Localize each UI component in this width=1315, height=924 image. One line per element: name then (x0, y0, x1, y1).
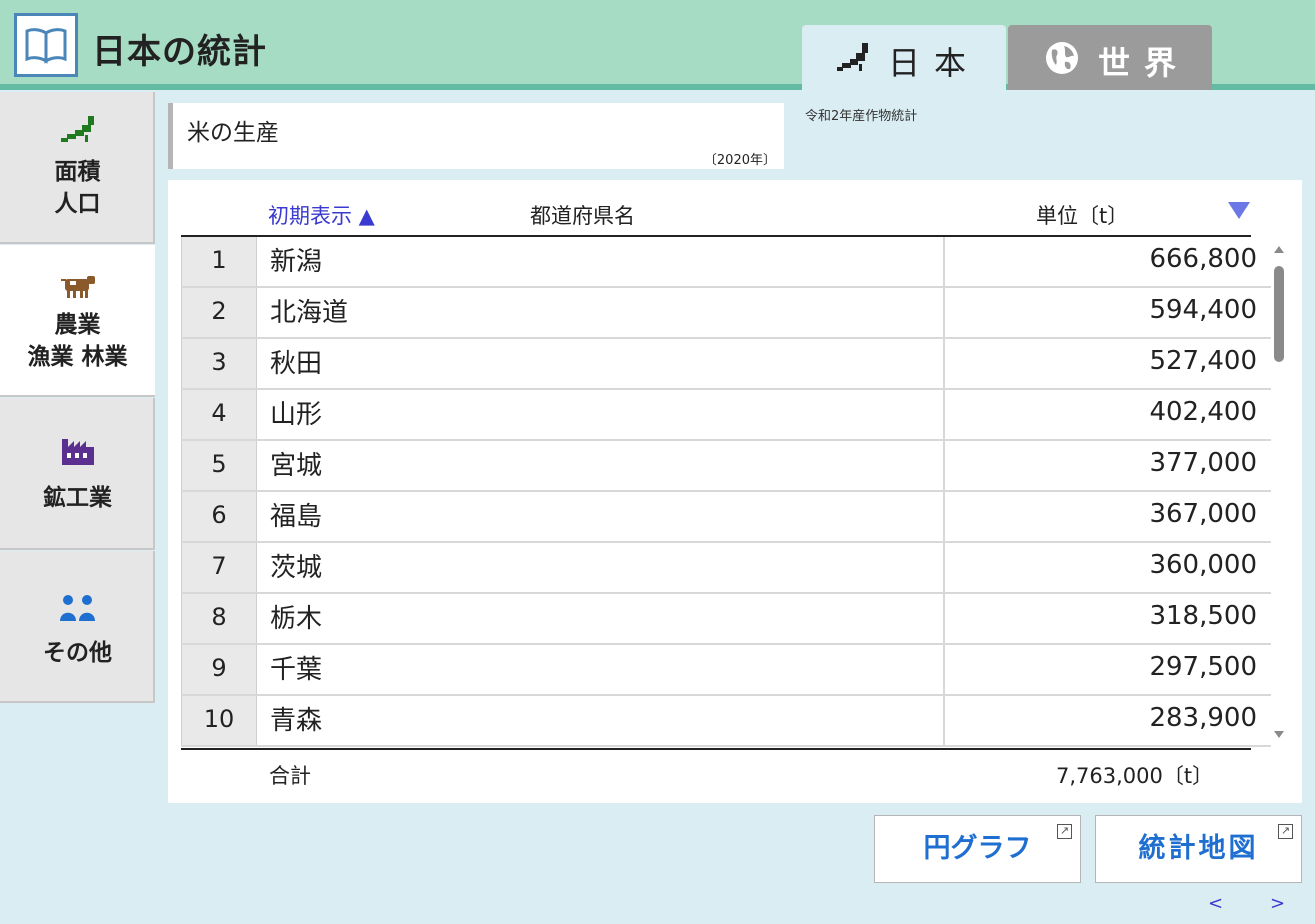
app-title: 日本の統計 (92, 32, 267, 72)
japan-map-icon (835, 41, 871, 77)
rank-cell: 5 (181, 441, 257, 490)
stat-year: 〔2020年〕 (703, 153, 776, 168)
prefecture-header: 都道府県名 (530, 204, 635, 228)
japan-map-icon (0, 114, 155, 144)
scroll-down-icon[interactable] (1274, 731, 1284, 738)
people-icon (0, 593, 155, 623)
rank-cell: 8 (181, 594, 257, 643)
unit-header: 単位〔t〕 (1036, 204, 1129, 228)
stat-title-panel: 米の生産 〔2020年〕 (168, 103, 784, 169)
table-row[interactable]: 8 栃木 318,500 (181, 594, 1271, 645)
stat-source: 令和2年産作物統計 (805, 109, 918, 124)
value-cell: 318,500 (943, 594, 1257, 643)
rank-cell: 4 (181, 390, 257, 439)
table-bottom-rule (181, 748, 1251, 750)
sidebar-item-other[interactable]: その他 (0, 551, 155, 703)
value-cell: 297,500 (943, 645, 1257, 694)
stat-title: 米の生産 (187, 120, 279, 146)
rank-cell: 3 (181, 339, 257, 388)
table-row[interactable]: 5 宮城 377,000 (181, 441, 1271, 492)
cow-icon (0, 271, 155, 301)
sidebar-label: 人口 (54, 191, 101, 217)
table-row[interactable]: 4 山形 402,400 (181, 390, 1271, 441)
table-row[interactable]: 1 新潟 666,800 (181, 237, 1271, 288)
rank-cell: 2 (181, 288, 257, 337)
total-value: 7,763,000〔t〕 (1056, 764, 1214, 788)
sort-default-header[interactable]: 初期表示 ▲ (268, 200, 375, 230)
stat-map-button[interactable]: 統計地図 ↗ (1095, 815, 1302, 883)
prefecture-cell: 栃木 (270, 604, 323, 634)
value-cell: 367,000 (943, 492, 1257, 541)
pie-chart-button-label: 円グラフ (923, 833, 1032, 864)
table-body: 1 新潟 666,800 2 北海道 594,400 3 秋田 527,400 … (181, 237, 1271, 749)
table-row[interactable]: 10 青森 283,900 (181, 696, 1271, 747)
value-cell: 666,800 (943, 237, 1257, 286)
table-row[interactable]: 7 茨城 360,000 (181, 543, 1271, 594)
sidebar-item-area-population[interactable]: 面積 人口 (0, 92, 155, 244)
prefecture-cell: 福島 (270, 502, 323, 532)
value-cell: 402,400 (943, 390, 1257, 439)
value-cell: 527,400 (943, 339, 1257, 388)
prefecture-cell: 千葉 (270, 655, 323, 685)
table-row[interactable]: 3 秋田 527,400 (181, 339, 1271, 390)
tab-japan[interactable]: 日本 (802, 25, 1006, 90)
next-page-button[interactable]: > (1270, 893, 1285, 914)
tab-world[interactable]: 世界 (1008, 25, 1212, 90)
value-cell: 360,000 (943, 543, 1257, 592)
ranking-table: 初期表示 ▲ 都道府県名 単位〔t〕 1 新潟 666,800 2 北海道 59… (168, 180, 1302, 803)
prefecture-cell: 青森 (270, 706, 323, 736)
table-scrollbar[interactable] (1272, 246, 1286, 740)
table-row[interactable]: 2 北海道 594,400 (181, 288, 1271, 339)
table-row[interactable]: 6 福島 367,000 (181, 492, 1271, 543)
sidebar-label: 農業 (54, 312, 101, 338)
sidebar-item-industry[interactable]: 鉱工業 (0, 398, 155, 550)
sidebar-label: 漁業 林業 (27, 344, 128, 370)
prefecture-cell: 秋田 (270, 349, 323, 379)
value-cell: 377,000 (943, 441, 1257, 490)
external-link-icon: ↗ (1278, 824, 1293, 839)
sidebar-label: その他 (43, 640, 112, 666)
rank-cell: 7 (181, 543, 257, 592)
rank-cell: 1 (181, 237, 257, 286)
scroll-up-icon[interactable] (1274, 246, 1284, 253)
total-label: 合計 (269, 764, 311, 788)
sort-descending-icon[interactable] (1228, 202, 1250, 219)
prefecture-cell: 山形 (270, 400, 323, 430)
rank-cell: 10 (181, 696, 257, 745)
globe-icon (1044, 40, 1080, 80)
rank-cell: 6 (181, 492, 257, 541)
scroll-thumb[interactable] (1274, 266, 1284, 362)
rank-cell: 9 (181, 645, 257, 694)
tab-japan-label: 日本 (888, 44, 981, 82)
stat-map-button-label: 統計地図 (1138, 833, 1259, 864)
value-cell: 594,400 (943, 288, 1257, 337)
book-icon[interactable] (14, 13, 78, 77)
sidebar-label: 鉱工業 (43, 485, 112, 511)
sidebar-label: 面積 (54, 159, 101, 185)
value-cell: 283,900 (943, 696, 1257, 745)
prefecture-cell: 茨城 (270, 553, 323, 583)
prefecture-cell: 北海道 (270, 298, 349, 328)
pie-chart-button[interactable]: 円グラフ ↗ (874, 815, 1081, 883)
prefecture-cell: 宮城 (270, 451, 323, 481)
factory-icon (0, 436, 155, 466)
table-row[interactable]: 9 千葉 297,500 (181, 645, 1271, 696)
external-link-icon: ↗ (1057, 824, 1072, 839)
prefecture-cell: 新潟 (270, 247, 323, 277)
prev-page-button[interactable]: < (1208, 893, 1223, 914)
sidebar-item-agriculture[interactable]: 農業 漁業 林業 (0, 245, 155, 397)
tab-world-label: 世界 (1098, 44, 1191, 82)
